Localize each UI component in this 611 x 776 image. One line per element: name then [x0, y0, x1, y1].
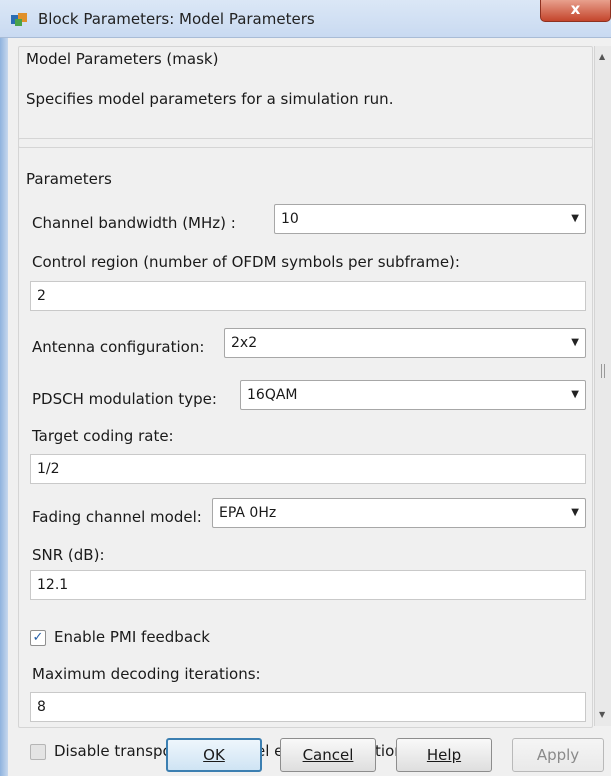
chevron-down-icon: ▼: [571, 507, 579, 518]
control-region-label: Control region (number of OFDM symbols p…: [32, 253, 460, 271]
scroll-down-arrow-icon[interactable]: ▼: [599, 710, 605, 719]
antenna-configuration-label: Antenna configuration:: [32, 338, 205, 356]
snr-label: SNR (dB):: [32, 546, 105, 564]
checkmark-icon: ✓: [32, 630, 44, 645]
antenna-configuration-value: 2x2: [231, 335, 258, 351]
help-button-label: Help: [426, 746, 462, 764]
ok-button-label: OK: [203, 746, 225, 764]
target-coding-rate-label: Target coding rate:: [32, 427, 174, 445]
max-decoding-iterations-input[interactable]: 8: [30, 692, 586, 722]
scroll-up-arrow-icon[interactable]: ▲: [599, 52, 605, 61]
chevron-down-icon: ▼: [571, 213, 579, 224]
pdsch-modulation-select[interactable]: 16QAM ▼: [240, 380, 586, 410]
cancel-button-label: Cancel: [302, 746, 354, 764]
channel-bandwidth-select[interactable]: 10 ▼: [274, 204, 586, 234]
mask-description: Specifies model parameters for a simulat…: [26, 90, 394, 108]
mask-title: Model Parameters (mask): [26, 50, 219, 68]
window-titlebar[interactable]: Block Parameters: Model Parameters x: [0, 0, 611, 38]
snr-input[interactable]: 12.1: [30, 570, 586, 600]
fading-channel-model-select[interactable]: EPA 0Hz ▼: [212, 498, 586, 528]
window-left-border: [0, 38, 8, 776]
disable-early-termination-checkbox[interactable]: [30, 744, 46, 760]
chevron-down-icon: ▼: [571, 337, 579, 348]
cancel-button[interactable]: Cancel: [280, 738, 376, 772]
control-region-input[interactable]: 2: [30, 281, 586, 311]
channel-bandwidth-value: 10: [281, 211, 299, 227]
parameters-heading: Parameters: [26, 170, 112, 188]
max-decoding-iterations-label: Maximum decoding iterations:: [32, 665, 261, 683]
simulink-block-icon: [11, 13, 27, 26]
enable-pmi-label: Enable PMI feedback: [54, 628, 210, 646]
target-coding-rate-input[interactable]: 1/2: [30, 454, 586, 484]
help-button[interactable]: Help: [396, 738, 492, 772]
dialog-body: Model Parameters (mask) Specifies model …: [8, 38, 593, 776]
ok-button[interactable]: OK: [166, 738, 262, 772]
pdsch-modulation-value: 16QAM: [247, 387, 298, 403]
enable-pmi-checkbox[interactable]: ✓: [30, 630, 46, 646]
fading-channel-model-label: Fading channel model:: [32, 508, 202, 526]
channel-bandwidth-label: Channel bandwidth (MHz) :: [32, 214, 236, 232]
vertical-scrollbar[interactable]: ▲ ▼: [594, 46, 611, 726]
close-icon: x: [570, 0, 581, 18]
apply-button-label: Apply: [536, 746, 580, 764]
antenna-configuration-select[interactable]: 2x2 ▼: [224, 328, 586, 358]
close-button[interactable]: x: [540, 0, 611, 22]
pdsch-modulation-label: PDSCH modulation type:: [32, 390, 217, 408]
fading-channel-model-value: EPA 0Hz: [219, 505, 277, 521]
window-title: Block Parameters: Model Parameters: [38, 10, 315, 28]
chevron-down-icon: ▼: [571, 389, 579, 400]
scroll-grip-icon[interactable]: [601, 364, 605, 378]
apply-button[interactable]: Apply: [512, 738, 604, 772]
